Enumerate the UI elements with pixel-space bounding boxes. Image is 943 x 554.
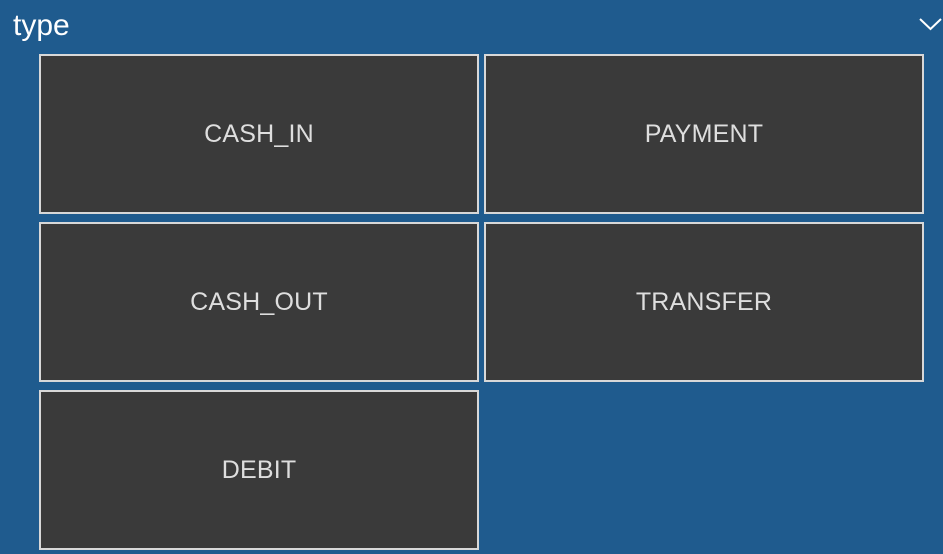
tile-label: CASH_OUT xyxy=(190,287,328,316)
slicer-header: type xyxy=(0,0,943,54)
tile-cash-in[interactable]: CASH_IN xyxy=(39,54,479,214)
tile-payment[interactable]: PAYMENT xyxy=(484,54,924,214)
slicer-tile-grid: CASH_IN PAYMENT CASH_OUT TRANSFER DEBIT xyxy=(39,54,924,550)
tile-label: CASH_IN xyxy=(204,119,314,148)
tile-debit[interactable]: DEBIT xyxy=(39,390,479,550)
tile-transfer[interactable]: TRANSFER xyxy=(484,222,924,382)
chevron-down-icon[interactable] xyxy=(918,16,943,32)
slicer-panel: type CASH_IN PAYMENT CASH_OUT TRANSFER D… xyxy=(0,0,943,554)
tile-label: DEBIT xyxy=(221,455,297,484)
tile-label: PAYMENT xyxy=(644,119,764,148)
tile-label: TRANSFER xyxy=(635,287,773,316)
tile-cash-out[interactable]: CASH_OUT xyxy=(39,222,479,382)
slicer-title: type xyxy=(13,9,70,42)
